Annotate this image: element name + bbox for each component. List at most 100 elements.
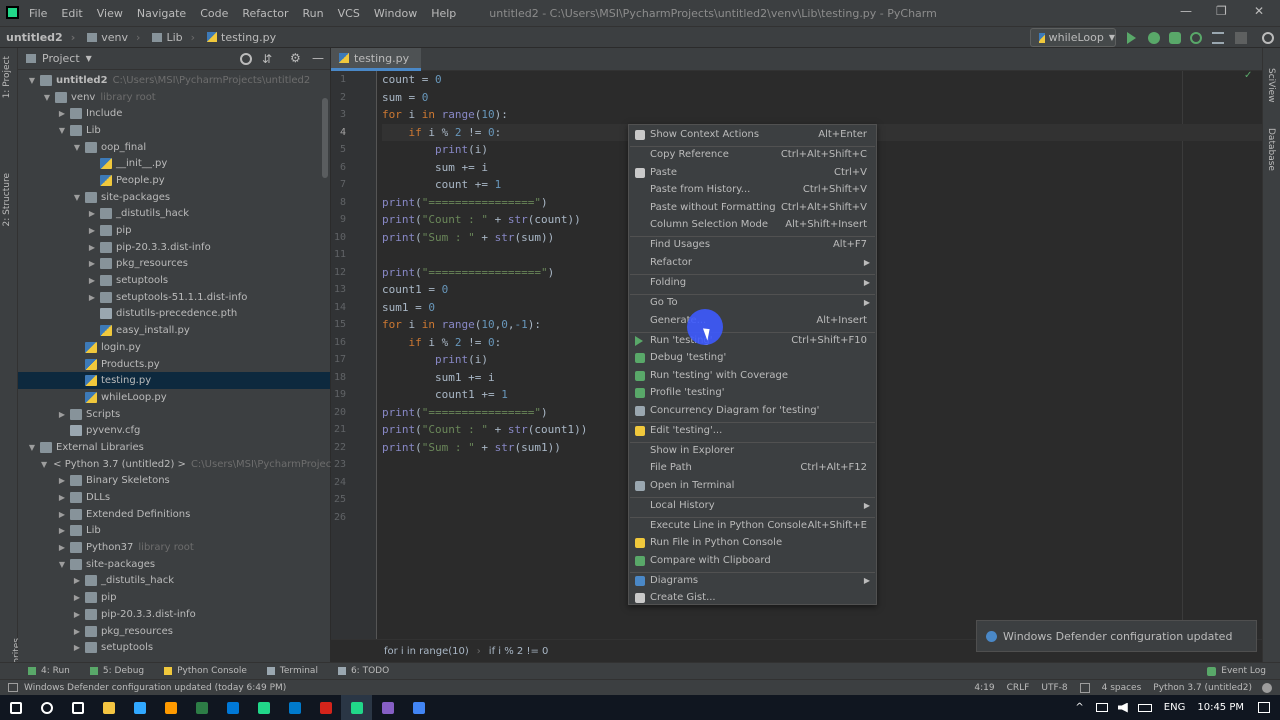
collapsed-arrow-icon[interactable]: ▶ (56, 109, 68, 118)
clock[interactable]: 10:45 PM (1197, 702, 1244, 713)
expanded-arrow-icon[interactable]: ▼ (71, 143, 83, 152)
debug-button-icon[interactable] (1148, 32, 1160, 44)
context-menu-item[interactable]: Diagrams ▶ (629, 572, 876, 589)
file-encoding[interactable]: UTF-8 (1041, 683, 1067, 693)
menu-view[interactable]: View (90, 7, 130, 20)
context-menu-item[interactable]: Profile 'testing' (629, 384, 876, 401)
code-line[interactable]: count = 0 (382, 71, 1262, 89)
locate-icon[interactable] (240, 53, 252, 65)
collapsed-arrow-icon[interactable]: ▶ (86, 259, 98, 268)
menu-navigate[interactable]: Navigate (130, 7, 193, 20)
coverage-button-icon[interactable] (1169, 32, 1181, 44)
sciview-tool-tab[interactable]: SciView (1266, 68, 1276, 103)
vscode-icon[interactable] (279, 695, 310, 720)
collapsed-arrow-icon[interactable]: ▶ (86, 209, 98, 218)
edge-icon[interactable] (217, 695, 248, 720)
context-menu-item[interactable]: Run 'testing' with Coverage (629, 367, 876, 384)
context-menu-item[interactable]: Go To ▶ (629, 294, 876, 311)
tool-window-button[interactable]: 4: Run (18, 666, 80, 676)
indent-setting[interactable]: 4 spaces (1102, 683, 1142, 693)
context-menu-item[interactable]: Paste without Formatting Ctrl+Alt+Shift+V (629, 199, 876, 216)
taskview-icon[interactable] (62, 695, 93, 720)
tree-item[interactable]: ▶ setuptools (18, 639, 330, 656)
collapsed-arrow-icon[interactable]: ▶ (71, 610, 83, 619)
minimize-button[interactable]: — (1180, 4, 1192, 18)
context-menu-item[interactable]: Debug 'testing' (629, 349, 876, 366)
context-menu-item[interactable]: Local History ▶ (629, 497, 876, 514)
run-config-select[interactable]: whileLoop ▼ (1030, 28, 1116, 47)
collapsed-arrow-icon[interactable]: ▶ (56, 493, 68, 502)
collapsed-arrow-icon[interactable]: ▶ (86, 293, 98, 302)
context-menu-item[interactable]: Open in Terminal (629, 477, 876, 494)
breadcrumb-lib[interactable]: Lib › (146, 31, 201, 44)
tree-item[interactable]: __init__.py (18, 155, 330, 172)
tree-item[interactable]: whileLoop.py (18, 389, 330, 406)
code-line[interactable]: for i in range(10): (382, 106, 1262, 124)
context-menu-item[interactable]: Run 'testing' Ctrl+Shift+F10 (629, 332, 876, 349)
collapsed-arrow-icon[interactable]: ▶ (86, 276, 98, 285)
start-icon[interactable] (0, 695, 31, 720)
menu-help[interactable]: Help (424, 7, 463, 20)
tool-window-button[interactable]: Python Console (154, 666, 257, 676)
tree-item[interactable]: ▶ pkg_resources (18, 256, 330, 273)
context-menu-item[interactable]: Refactor ▶ (629, 254, 876, 271)
build-button-icon[interactable] (1212, 32, 1224, 44)
breadcrumb-if-statement[interactable]: if i % 2 != 0 (489, 646, 549, 657)
event-log-button[interactable]: Event Log (1197, 666, 1280, 676)
context-menu-item[interactable]: Paste Ctrl+V (629, 164, 876, 181)
tree-item[interactable]: ▶ setuptools-51.1.1.dist-info (18, 289, 330, 306)
network-icon[interactable] (1095, 703, 1108, 712)
inspector-icon[interactable] (1262, 682, 1272, 693)
line-separator[interactable]: CRLF (1007, 683, 1030, 693)
tree-item[interactable]: pyvenv.cfg (18, 422, 330, 439)
run-button-icon[interactable] (1127, 32, 1136, 44)
project-scrollbar[interactable] (322, 98, 328, 178)
status-message[interactable]: Windows Defender configuration updated (… (24, 683, 286, 693)
menu-run[interactable]: Run (296, 7, 331, 20)
menu-window[interactable]: Window (367, 7, 424, 20)
tree-item[interactable]: ▶ pip-20.3.3.dist-info (18, 239, 330, 256)
tab-testing-py[interactable]: testing.py (331, 48, 421, 71)
close-button[interactable]: ✕ (1254, 4, 1264, 18)
collapsed-arrow-icon[interactable]: ▶ (71, 627, 83, 636)
collapsed-arrow-icon[interactable]: ▶ (56, 526, 68, 535)
tool-window-button[interactable]: 5: Debug (80, 666, 154, 676)
collapsed-arrow-icon[interactable]: ▶ (56, 543, 68, 552)
stop-button-icon[interactable] (1235, 32, 1247, 44)
context-menu-item[interactable]: Edit 'testing'... (629, 422, 876, 439)
pycharm-icon[interactable] (341, 695, 372, 720)
collapsed-arrow-icon[interactable]: ▶ (86, 243, 98, 252)
tree-item[interactable]: ▶ _distutils_hack (18, 206, 330, 223)
collapsed-arrow-icon[interactable]: ▶ (71, 593, 83, 602)
tray-chevron-icon[interactable]: ^ (1075, 702, 1083, 713)
tree-item[interactable]: ▶ pkg_resources (18, 623, 330, 640)
breadcrumb-for-loop[interactable]: for i in range(10) (384, 646, 469, 657)
tree-item[interactable]: ▼ oop_final (18, 139, 330, 156)
tree-item[interactable]: ▶ Binary Skeletons (18, 473, 330, 490)
context-menu-item[interactable]: Paste from History... Ctrl+Shift+V (629, 181, 876, 198)
database-tool-tab[interactable]: Database (1266, 128, 1276, 171)
tree-item[interactable]: ▼ venv library root (18, 89, 330, 106)
store-icon[interactable] (186, 695, 217, 720)
breadcrumb-project[interactable]: untitled2 › (0, 31, 81, 44)
profile-button-icon[interactable] (1190, 32, 1202, 44)
context-menu-item[interactable]: Column Selection Mode Alt+Shift+Insert (629, 216, 876, 233)
collapsed-arrow-icon[interactable]: ▶ (56, 410, 68, 419)
project-tool-tab[interactable]: 1: Project (2, 56, 12, 98)
expanded-arrow-icon[interactable]: ▼ (26, 76, 38, 85)
tree-item[interactable]: ▶ pip-20.3.3.dist-info (18, 606, 330, 623)
context-menu-item[interactable]: Execute Line in Python Console Alt+Shift+… (629, 517, 876, 534)
expanded-arrow-icon[interactable]: ▼ (56, 126, 68, 135)
illustrator-icon[interactable] (155, 695, 186, 720)
menu-code[interactable]: Code (193, 7, 235, 20)
maximize-button[interactable]: ❐ (1216, 4, 1227, 18)
notifications-icon[interactable] (1258, 702, 1270, 713)
hide-panels-icon[interactable] (8, 683, 18, 692)
tree-item[interactable]: testing.py (18, 372, 330, 390)
pycharm-green-icon[interactable] (248, 695, 279, 720)
code-line[interactable]: sum = 0 (382, 89, 1262, 107)
context-menu-item[interactable]: Show Context Actions Alt+Enter (629, 126, 876, 143)
tool-window-button[interactable]: Terminal (257, 666, 328, 676)
tool-window-button[interactable]: 6: TODO (328, 666, 399, 676)
hide-icon[interactable]: — (312, 51, 324, 65)
